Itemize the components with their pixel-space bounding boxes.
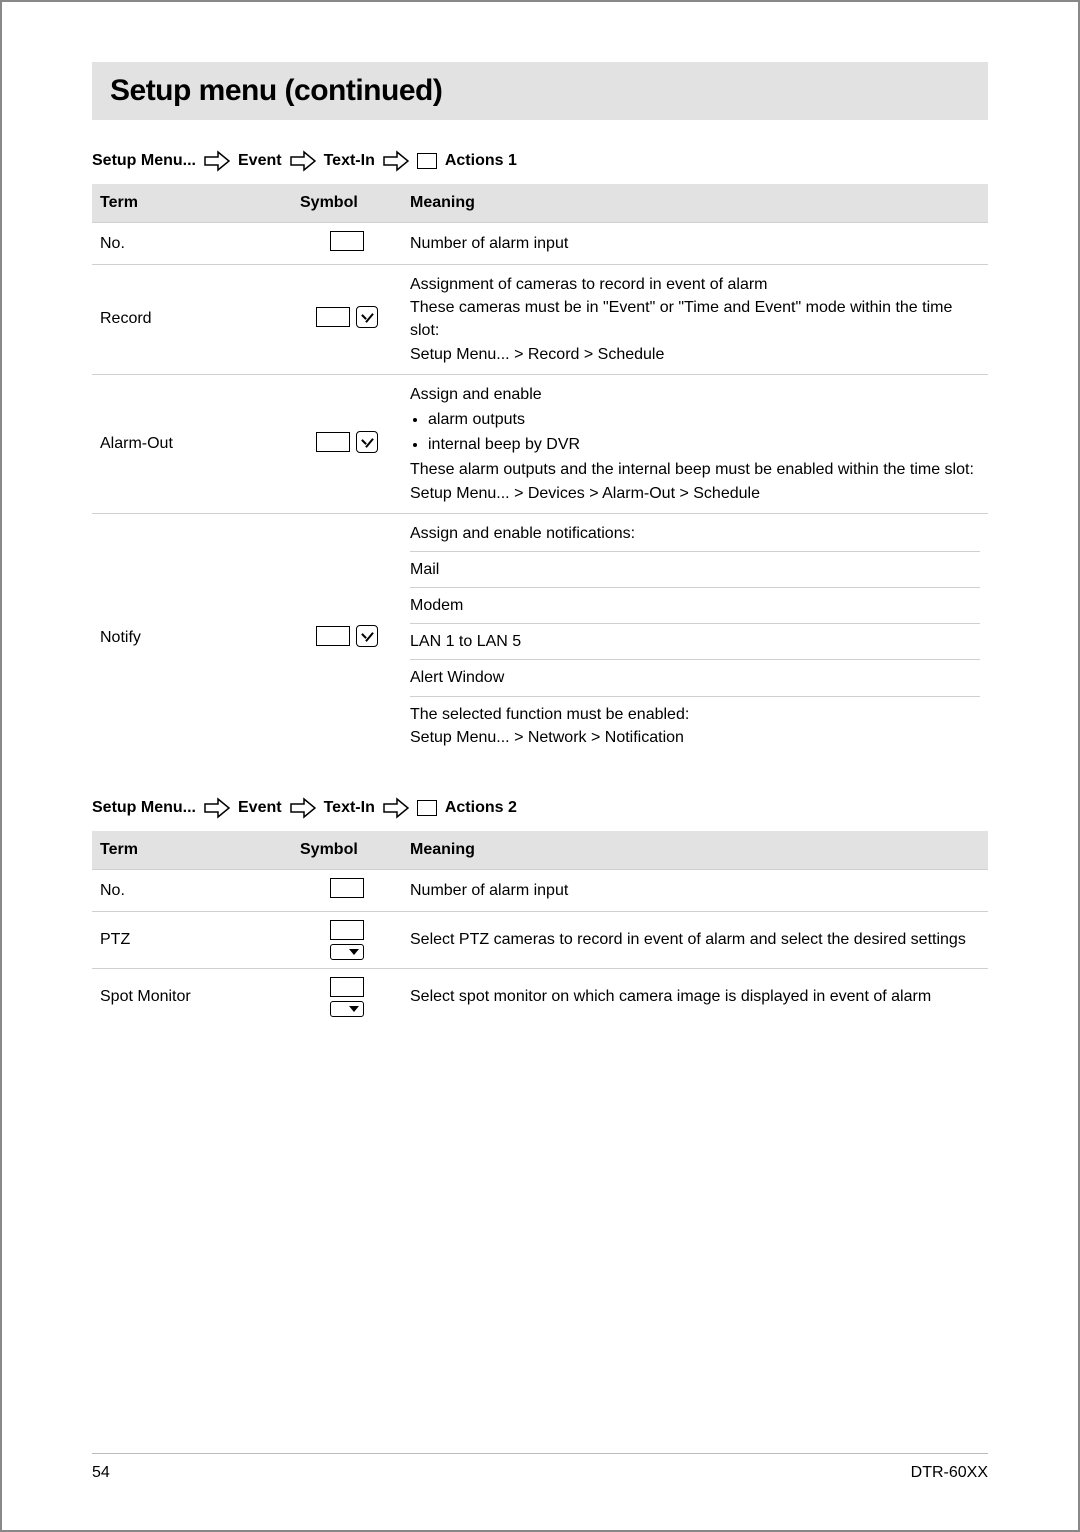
meaning-cell: Assign and enable notifications: Mail Mo… (402, 513, 988, 763)
meaning-cell: Assign and enable alarm outputs internal… (402, 374, 988, 513)
col-meaning: Meaning (402, 831, 988, 870)
page-title: Setup menu (continued) (110, 74, 970, 108)
col-symbol: Symbol (292, 831, 402, 870)
page-footer: 54 DTR-60XX (92, 1453, 988, 1482)
term-cell: No. (92, 870, 292, 912)
meaning-line: Assignment of cameras to record in event… (410, 273, 980, 296)
symbol-cell (292, 223, 402, 265)
meaning-section: Mail (410, 551, 980, 587)
meaning-section: Alert Window (410, 659, 980, 695)
symbol-cell (292, 374, 402, 513)
term-cell: Notify (92, 513, 292, 763)
col-term: Term (92, 184, 292, 223)
breadcrumb-textin: Text-In (324, 799, 375, 817)
arrow-right-icon (204, 797, 230, 819)
actions1-table: Term Symbol Meaning No. Number of alarm … (92, 184, 988, 763)
meaning-line: These alarm outputs and the internal bee… (410, 458, 980, 481)
meaning-line: Setup Menu... > Network > Notification (410, 726, 980, 749)
box-icon (417, 800, 437, 816)
symbol-cell (292, 969, 402, 1026)
breadcrumb-event: Event (238, 152, 282, 170)
meaning-bullets: alarm outputs internal beep by DVR (410, 406, 980, 458)
page-number: 54 (92, 1464, 110, 1482)
table-row: Spot Monitor Select spot monitor on whic… (92, 969, 988, 1026)
dropdown-icon (330, 1001, 364, 1017)
checkbox-icon (356, 625, 378, 647)
meaning-cell: Number of alarm input (402, 870, 988, 912)
breadcrumb-actions2: Actions 2 (445, 799, 517, 817)
meaning-line: These cameras must be in "Event" or "Tim… (410, 296, 980, 342)
meaning-section: Assign and enable notifications: (410, 522, 980, 551)
breadcrumb-root: Setup Menu... (92, 799, 196, 817)
breadcrumb-textin: Text-In (324, 152, 375, 170)
checkbox-icon (356, 306, 378, 328)
table-row: PTZ Select PTZ cameras to record in even… (92, 912, 988, 969)
list-item: internal beep by DVR (428, 433, 980, 456)
meaning-section: The selected function must be enabled: S… (410, 696, 980, 755)
text-field-icon (316, 432, 350, 452)
arrow-right-icon (383, 150, 409, 172)
table-row: No. Number of alarm input (92, 223, 988, 265)
arrow-right-icon (204, 150, 230, 172)
meaning-line: The selected function must be enabled: (410, 703, 980, 726)
meaning-cell: Assignment of cameras to record in event… (402, 265, 988, 375)
list-item: alarm outputs (428, 408, 980, 431)
symbol-cell (292, 870, 402, 912)
meaning-line: Assign and enable (410, 383, 980, 406)
table-row: No. Number of alarm input (92, 870, 988, 912)
term-cell: Alarm-Out (92, 374, 292, 513)
title-bar: Setup menu (continued) (92, 62, 988, 120)
arrow-right-icon (383, 797, 409, 819)
term-cell: PTZ (92, 912, 292, 969)
model-label: DTR-60XX (911, 1464, 988, 1482)
box-icon (417, 153, 437, 169)
meaning-line: Setup Menu... > Devices > Alarm-Out > Sc… (410, 482, 980, 505)
term-cell: No. (92, 223, 292, 265)
term-cell: Spot Monitor (92, 969, 292, 1026)
breadcrumb-root: Setup Menu... (92, 152, 196, 170)
text-field-icon (316, 626, 350, 646)
meaning-line: Setup Menu... > Record > Schedule (410, 343, 980, 366)
text-field-icon (330, 231, 364, 251)
col-symbol: Symbol (292, 184, 402, 223)
symbol-cell (292, 265, 402, 375)
breadcrumb-actions1: Actions 1 (445, 152, 517, 170)
arrow-right-icon (290, 797, 316, 819)
meaning-section: LAN 1 to LAN 5 (410, 623, 980, 659)
table-row: Alarm-Out Assign and enable alarm output… (92, 374, 988, 513)
col-term: Term (92, 831, 292, 870)
text-field-icon (330, 920, 364, 940)
symbol-cell (292, 912, 402, 969)
meaning-section: Modem (410, 587, 980, 623)
text-field-icon (316, 307, 350, 327)
meaning-cell: Select spot monitor on which camera imag… (402, 969, 988, 1026)
meaning-cell: Select PTZ cameras to record in event of… (402, 912, 988, 969)
breadcrumb-1: Setup Menu... Event Text-In Actions 1 (92, 150, 988, 172)
col-meaning: Meaning (402, 184, 988, 223)
checkbox-icon (356, 431, 378, 453)
text-field-icon (330, 878, 364, 898)
table-row: Notify Assign and enable notifications: … (92, 513, 988, 763)
actions2-table: Term Symbol Meaning No. Number of alarm … (92, 831, 988, 1025)
term-cell: Record (92, 265, 292, 375)
breadcrumb-event: Event (238, 799, 282, 817)
table-row: Record Assignment of cameras to record i… (92, 265, 988, 375)
text-field-icon (330, 977, 364, 997)
breadcrumb-2: Setup Menu... Event Text-In Actions 2 (92, 797, 988, 819)
dropdown-icon (330, 944, 364, 960)
page: Setup menu (continued) Setup Menu... Eve… (0, 0, 1080, 1532)
arrow-right-icon (290, 150, 316, 172)
symbol-cell (292, 513, 402, 763)
meaning-cell: Number of alarm input (402, 223, 988, 265)
